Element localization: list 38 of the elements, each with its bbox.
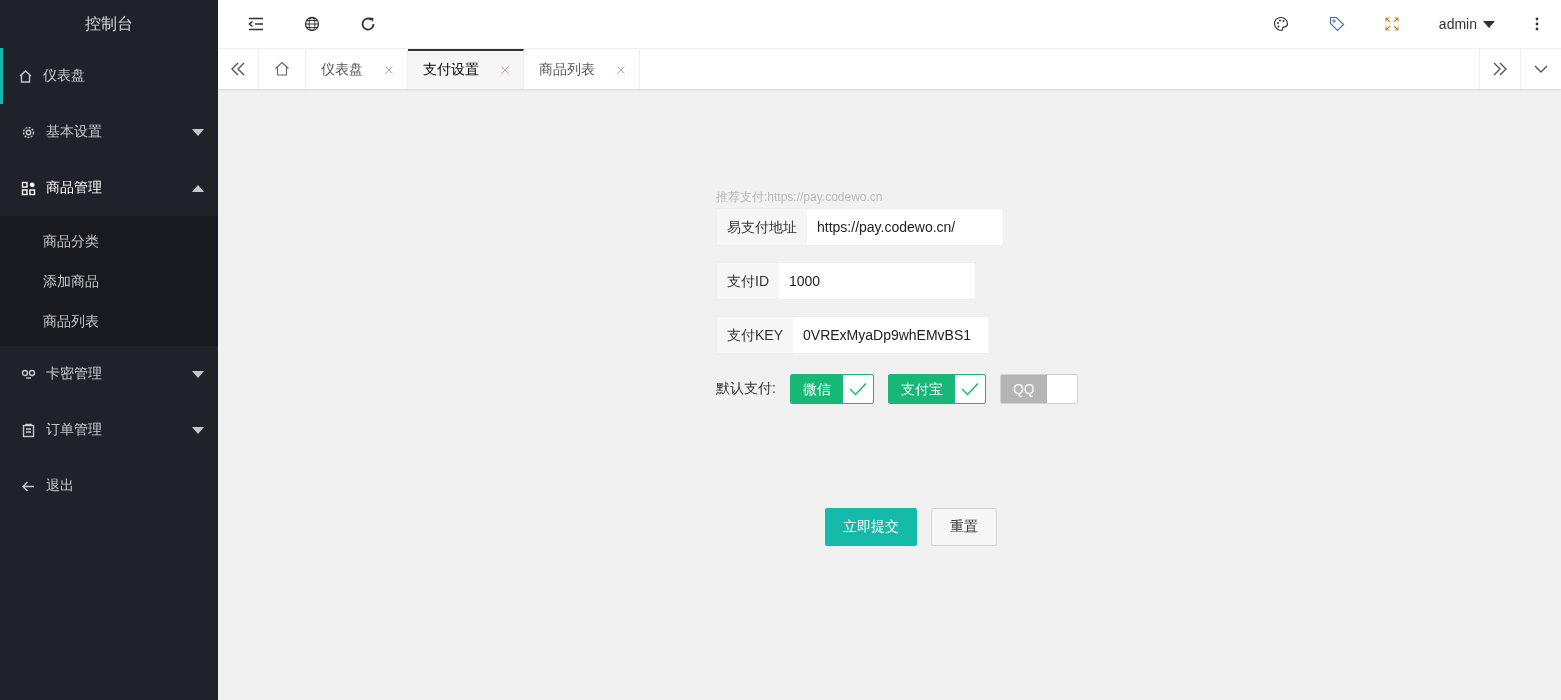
submenu-item[interactable]: 添加商品 xyxy=(0,261,218,301)
sidebar-item[interactable]: 基本设置 xyxy=(0,104,218,160)
more-icon[interactable] xyxy=(1535,17,1539,31)
close-icon[interactable] xyxy=(385,66,393,74)
palette-icon[interactable] xyxy=(1272,16,1289,32)
reset-button[interactable]: 重置 xyxy=(931,508,997,546)
refresh-icon[interactable] xyxy=(360,16,376,32)
tag-icon[interactable] xyxy=(1328,16,1345,32)
close-icon[interactable] xyxy=(617,66,625,74)
double-chevron-right-icon xyxy=(1493,62,1507,76)
check-icon xyxy=(960,382,979,396)
app-title: 控制台 xyxy=(84,14,134,34)
caret-down-icon xyxy=(192,370,204,378)
user-menu[interactable]: admin xyxy=(1438,16,1495,32)
caret-down-icon xyxy=(1483,20,1495,28)
close-icon[interactable] xyxy=(501,66,509,74)
double-chevron-left-icon xyxy=(231,62,245,76)
submenu-item[interactable]: 商品列表 xyxy=(0,301,218,341)
home-icon xyxy=(274,61,290,77)
home-icon xyxy=(18,68,33,84)
tab[interactable]: 支付设置 xyxy=(408,49,524,89)
caret-down-icon xyxy=(192,128,204,136)
sidebar-item[interactable]: 商品管理 xyxy=(0,160,218,216)
caret-up-icon xyxy=(192,184,204,192)
sidebar-item[interactable]: 卡密管理 xyxy=(0,346,218,402)
field-label: 默认支付: xyxy=(716,380,776,398)
gear-icon xyxy=(21,124,36,140)
chevron-down-icon xyxy=(1534,65,1548,73)
check-icon xyxy=(848,382,867,396)
globe-icon[interactable] xyxy=(304,16,320,32)
sidebar-item[interactable]: 退出 xyxy=(0,458,218,514)
submenu-item[interactable]: 商品分类 xyxy=(0,221,218,261)
sidebar-item[interactable]: 订单管理 xyxy=(0,402,218,458)
caret-down-icon xyxy=(192,426,204,434)
fullscreen-icon[interactable] xyxy=(1384,17,1399,31)
apps-icon xyxy=(21,180,36,196)
menu-fold-icon[interactable] xyxy=(248,17,264,31)
clipboard-icon xyxy=(21,422,36,438)
